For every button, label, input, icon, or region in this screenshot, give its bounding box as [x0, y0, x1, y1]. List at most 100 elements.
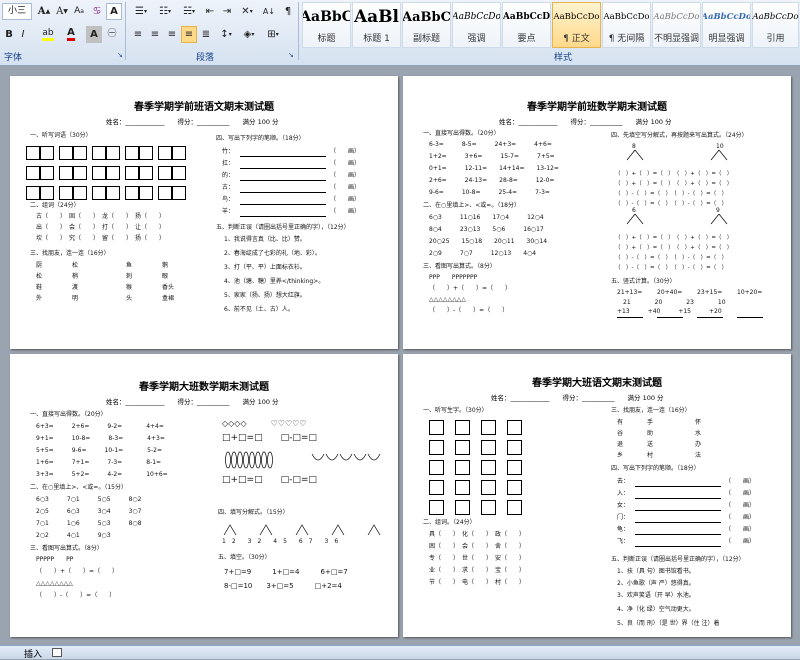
justify-icon[interactable]: ≡ — [181, 26, 197, 43]
style-quote[interactable]: AaBbCcDo 引用 — [752, 2, 799, 48]
page-2[interactable]: 春季学期学前班数学期末测试题 姓名：____________ 得分：______… — [403, 76, 791, 349]
text-row: （ ）+（ ）=（ ） — [36, 568, 119, 575]
align-center-icon[interactable]: ≡ — [147, 26, 163, 43]
enclose-char-button[interactable]: ㊀ — [104, 26, 120, 43]
page-1[interactable]: 春季学期学前班语文期末测试题 姓名：____________ 得分：______… — [10, 76, 398, 349]
text-row: 出（ ） 会（ ） 打（ ） 让（ ） — [36, 224, 166, 231]
page-3[interactable]: 春季学期大班数学期末测试题 姓名：____________ 得分：_______… — [10, 354, 398, 637]
section-heading: 四、写出下列字的笔顺。（18分） — [216, 135, 305, 142]
style-normal[interactable]: AaBbCcDo ¶ 正文 — [552, 2, 601, 48]
stroke-count: （ 画） — [725, 490, 756, 497]
answer-box — [59, 166, 73, 180]
text-row: 厨 松 — [36, 262, 79, 269]
answer-box — [507, 460, 522, 475]
bullets-icon[interactable]: ☰ ▾ — [130, 3, 152, 20]
page-4[interactable]: 春季学期大班语文期末测试题 姓名：____________ 得分：_______… — [403, 354, 791, 637]
text-row: 9+1= 10-8= 8-3= 4+3= — [36, 435, 165, 442]
align-left-icon[interactable]: ≡ — [130, 26, 146, 43]
style-strong[interactable]: AaBbCcD 要点 — [502, 2, 551, 48]
style-subtle-emphasis[interactable]: AaBbCcDo 不明显强调 — [652, 2, 701, 48]
text-row: （ ）+（ ）=（ ） （ ）+（ ）=（ ） — [615, 235, 733, 241]
page-info: 姓名：____________ 得分：__________ 满分 100 分 — [106, 398, 279, 406]
answer-box — [139, 186, 153, 200]
text-row: 4、净（化 绿）空气动更大。 — [617, 606, 695, 613]
line-spacing-icon[interactable]: ↕ ▾ — [216, 26, 236, 43]
answer-box — [125, 146, 139, 160]
style-heading1[interactable]: AaBl 标题 1 — [352, 2, 401, 48]
text-row: 猴 香头 — [126, 284, 175, 291]
stroke-count: （ 画） — [725, 514, 756, 521]
calc-item: 21+13= — [617, 289, 643, 296]
stroke-char: 的： — [222, 172, 235, 179]
shrink-font-button[interactable]: A ▼ — [54, 3, 70, 20]
answer-line — [240, 192, 326, 193]
status-bar: 插入 — [0, 645, 800, 660]
highlight-button[interactable]: ab — [38, 26, 58, 43]
page-title: 春季学期大班数学期末测试题 — [139, 382, 269, 393]
stroke-char: 扛： — [222, 160, 235, 167]
paragraph-dialog-launcher[interactable]: ↘ — [288, 51, 294, 59]
style-no-spacing[interactable]: AaBbCcDo ¶ 无间隔 — [602, 2, 651, 48]
text-row: 乡 村 法 — [617, 452, 702, 459]
show-marks-icon[interactable]: ¶ — [280, 3, 296, 20]
paragraph-group-label: 段落 — [196, 53, 215, 63]
answer-line — [240, 180, 326, 181]
answer-box — [481, 460, 496, 475]
group-divider — [125, 2, 126, 60]
section-heading: 三、找朋友，连一连（16分） — [30, 250, 110, 257]
multilevel-list-icon[interactable]: ☵ ▾ — [178, 3, 200, 20]
style-subtitle[interactable]: AaBbC 副标题 — [402, 2, 451, 48]
bold-button[interactable]: B — [2, 26, 16, 43]
distributed-icon[interactable]: ≣ — [198, 26, 214, 43]
macro-record-icon[interactable] — [52, 648, 62, 657]
answer-box — [481, 420, 496, 435]
page-info: 姓名：____________ 得分：__________ 满分 100 分 — [106, 118, 279, 126]
text-row: 20○25 15○18 20○11 30○14 — [429, 238, 548, 245]
document-workspace[interactable]: 春季学期学前班语文期末测试题 姓名：____________ 得分：______… — [0, 66, 800, 645]
shading-icon[interactable]: ◈ ▾ — [238, 26, 260, 43]
style-title[interactable]: AaBbC 标题 — [302, 2, 351, 48]
text-row: 6○3 7○1 5○5 8○2 — [36, 496, 142, 503]
font-dialog-launcher[interactable]: ↘ — [117, 51, 123, 59]
text-row: 5、良（而 刑）（是 世）界（住 注）着 — [617, 620, 720, 627]
section-heading: 二、在○里填上>、<或=。（18分） — [423, 202, 520, 209]
section-heading: 三、看图写出算式。（8分） — [423, 263, 496, 270]
insert-mode-indicator[interactable]: 插入 — [24, 647, 42, 660]
stroke-char: 女： — [617, 502, 630, 509]
text-row: 2+6= 24-13= 28-8= 12-0= — [429, 177, 555, 184]
style-emphasis[interactable]: AaBbCcDo 强调 — [452, 2, 501, 48]
char-shading-button[interactable]: A — [86, 26, 102, 43]
chinese-layout-icon[interactable]: ✕ ▾ — [237, 3, 257, 20]
decrease-indent-icon[interactable]: ⇤ — [202, 3, 218, 20]
text-row: 松 梢 — [36, 273, 79, 280]
answer-box — [455, 460, 470, 475]
answer-box — [40, 146, 54, 160]
text-row: 0+1= 12-11= 14+14= 13-12= — [429, 165, 559, 172]
borders-icon[interactable]: ⊞ ▾ — [262, 26, 284, 43]
answer-box — [429, 440, 444, 455]
phonetic-guide-button[interactable]: Aa — [71, 3, 87, 20]
numbering-icon[interactable]: ☷ ▾ — [154, 3, 176, 20]
font-color-button[interactable]: A — [62, 26, 80, 43]
italic-button[interactable]: I — [16, 26, 30, 43]
text-row: （ ）-（ ）=（ ） （ ）-（ ）=（ ） — [615, 255, 728, 261]
text-row: 7+□=9 1+□=4 6+□=7 — [224, 568, 348, 576]
calc-item: 23+15= — [697, 289, 723, 296]
style-name: 引用 — [766, 34, 785, 44]
text-row: 2、小鱼歌（声 严）悠得真。 — [617, 580, 695, 587]
sort-icon[interactable]: A↓ — [260, 3, 278, 20]
char-border-button[interactable]: A — [106, 3, 122, 20]
style-intense-emphasis[interactable]: AaBbCcDo 明显强调 — [702, 2, 751, 48]
selected-style-label: 正文 — [571, 34, 590, 44]
text-row: 节（ ） 电（ ） 村（ ） — [429, 579, 526, 586]
align-right-icon[interactable]: ≡ — [164, 26, 180, 43]
clear-format-icon[interactable]: ♋ — [88, 3, 106, 20]
stroke-count: （ 画） — [330, 196, 361, 203]
section-heading: 四、写出下列字的笔顺。（18分） — [611, 465, 700, 472]
font-size-select[interactable]: 小三 — [2, 3, 32, 20]
increase-indent-icon[interactable]: ⇥ — [219, 3, 235, 20]
calc-line — [737, 317, 763, 318]
answer-box — [59, 186, 73, 200]
text-row: 5+5= 9-6= 10-1= 5-2= — [36, 447, 162, 454]
grow-font-button[interactable]: A ▲ — [36, 3, 52, 20]
